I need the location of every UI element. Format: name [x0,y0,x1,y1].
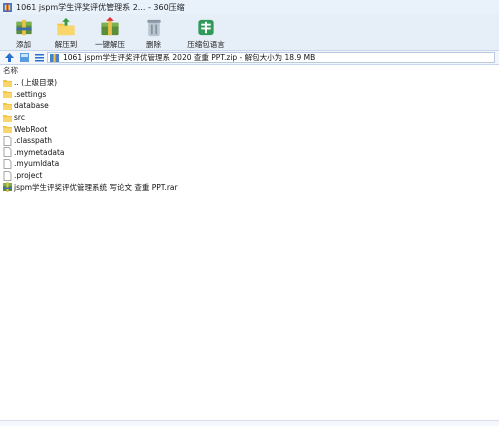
status-bar [0,420,499,426]
file-name: .settings [14,89,47,99]
list-item-settings[interactable]: .settings [0,89,499,101]
file-name: WebRoot [14,124,48,134]
list-header: 名称 [0,65,499,76]
file-icon [3,147,12,158]
archive-language-button[interactable]: 压缩包语言 [185,14,227,50]
delete-button[interactable]: 删除 [141,14,166,50]
archive-language-icon [198,19,214,36]
extract-to-label: 解压到 [54,40,78,49]
path-bar: 1061 jspm学生评奖评优管理系 2020 查重 PPT.zip - 解包大… [0,50,499,65]
folder-icon [3,126,12,134]
list-item-classpath[interactable]: .classpath [0,135,499,147]
list-view-icon[interactable] [34,52,45,63]
folder-icon [3,102,12,110]
one-click-extract-button[interactable]: 一键解压 [93,14,127,50]
add-label: 添加 [16,40,31,49]
list-item-parent-directory[interactable]: .. (上级目录) [0,77,499,89]
file-name: .. (上级目录) [14,78,58,88]
folder-icon [3,114,12,122]
column-name-header[interactable]: 名称 [3,65,18,76]
file-list: .. (上级目录) .settings database src WebRoot [0,77,499,193]
view-icon[interactable] [19,52,30,63]
toolbar: 添加 解压到 一键解压 删除 压缩包语言 [0,14,499,50]
list-item-myumldata[interactable]: .myumldata [0,158,499,170]
list-item-src[interactable]: src [0,112,499,124]
folder-icon [3,91,12,99]
file-icon [3,135,12,146]
add-icon [15,19,32,36]
file-name: src [14,113,25,123]
file-name: .myumldata [14,159,60,169]
rar-archive-icon [3,182,12,193]
extract-to-icon [57,17,75,36]
path-text: 1061 jspm学生评奖评优管理系 2020 查重 PPT.zip - 解包大… [63,53,316,62]
path-field[interactable]: 1061 jspm学生评奖评优管理系 2020 查重 PPT.zip - 解包大… [47,52,495,63]
file-name: .project [14,171,43,181]
file-icon [3,159,12,169]
file-name: database [14,101,49,111]
one-click-extract-icon [101,17,119,36]
zip-archive-icon [50,53,59,62]
list-item-webroot[interactable]: WebRoot [0,123,499,135]
folder-icon [3,79,12,87]
title-bar: 1061 jspm学生评奖评优管理系 2... - 360压缩 [0,0,499,14]
list-item-database[interactable]: database [0,100,499,112]
list-item-mymetadata[interactable]: .mymetadata [0,147,499,159]
delete-label: 删除 [146,40,161,49]
one-click-extract-label: 一键解压 [95,40,125,49]
window-title: 1061 jspm学生评奖评优管理系 2... - 360压缩 [16,2,185,12]
list-item-rar-archive[interactable]: jspm学生评奖评优管理系统 写论文 查重 PPT.rar [0,181,499,193]
file-name: .classpath [14,136,53,146]
file-icon [3,170,12,181]
archive-language-label: 压缩包语言 [187,40,225,49]
delete-icon [146,19,161,37]
list-item-project[interactable]: .project [0,170,499,182]
add-button[interactable]: 添加 [11,14,36,50]
360zip-app-icon [3,2,12,12]
file-name: .mymetadata [14,147,65,157]
file-name: jspm学生评奖评优管理系统 写论文 查重 PPT.rar [14,182,178,192]
up-arrow-icon[interactable] [4,52,15,63]
extract-to-button[interactable]: 解压到 [52,14,80,50]
